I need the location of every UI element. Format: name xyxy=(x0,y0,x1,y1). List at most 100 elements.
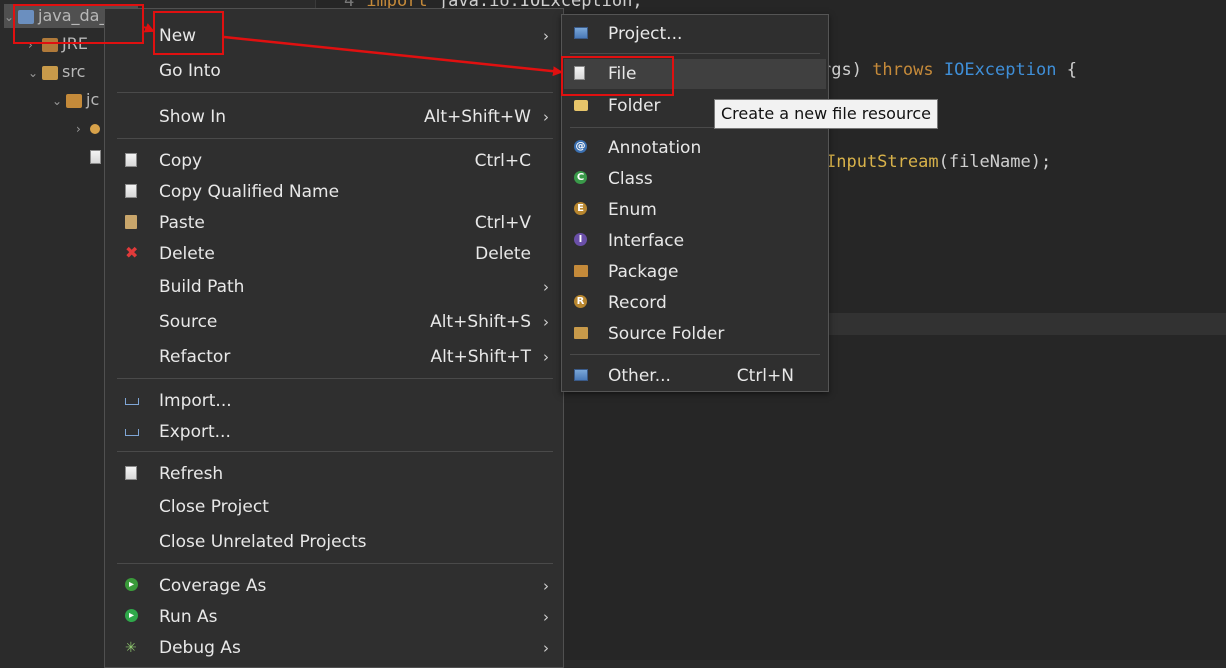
tree-item-src[interactable]: ⌄ src xyxy=(28,60,85,84)
refresh-icon xyxy=(125,466,137,480)
annotation-icon: @ xyxy=(574,140,587,153)
menu-separator xyxy=(117,92,553,93)
context-menu: New › Go Into Show In Alt+Shift+W › Copy… xyxy=(104,8,564,668)
text-file-icon xyxy=(90,149,101,164)
menu-item-paste-label: Paste xyxy=(159,213,205,233)
menu-separator xyxy=(117,378,553,379)
copy-icon xyxy=(125,153,137,167)
menu-item-refresh[interactable]: Refresh xyxy=(105,459,563,489)
menu-item-copy-qualified-name[interactable]: Copy Qualified Name xyxy=(105,177,563,207)
submenu-item-record-label: Record xyxy=(608,293,667,313)
tooltip: Create a new file resource xyxy=(714,99,938,129)
submenu-item-class-label: Class xyxy=(608,169,653,189)
annotation-box-file xyxy=(561,56,674,96)
menu-item-run-as[interactable]: ▸ Run As › xyxy=(105,602,563,632)
menu-item-close-project-label: Close Project xyxy=(159,497,269,517)
type-ioexception: IOException xyxy=(943,60,1057,80)
chevron-right-icon: › xyxy=(543,278,549,296)
menu-item-delete[interactable]: ✖ Delete Delete xyxy=(105,239,563,269)
menu-item-show-in-label: Show In xyxy=(159,107,227,127)
menu-item-show-in[interactable]: Show In Alt+Shift+W › xyxy=(105,102,563,132)
enum-icon: E xyxy=(574,202,587,215)
package-icon xyxy=(66,93,82,108)
chevron-down-icon[interactable]: ⌄ xyxy=(52,89,66,113)
record-icon: R xyxy=(574,295,587,308)
menu-item-refactor-label: Refactor xyxy=(159,347,231,367)
code-line-stream: InputStream(fileName); xyxy=(826,152,1051,172)
submenu-item-other[interactable]: Other... Ctrl+N xyxy=(564,361,826,391)
submenu-item-enum[interactable]: E Enum xyxy=(564,195,826,225)
menu-separator xyxy=(117,563,553,564)
menu-item-source[interactable]: Source Alt+Shift+S › xyxy=(105,307,563,337)
chevron-down-icon[interactable]: ⌄ xyxy=(28,61,42,85)
shortcut-delete: Delete xyxy=(475,244,531,264)
new-folder-icon xyxy=(574,100,588,111)
menu-item-close-unrelated[interactable]: Close Unrelated Projects xyxy=(105,527,563,557)
interface-icon: I xyxy=(574,233,587,246)
menu-item-run-as-label: Run As xyxy=(159,607,218,627)
menu-item-build-path-label: Build Path xyxy=(159,277,245,297)
shortcut-copy: Ctrl+C xyxy=(474,151,531,171)
chevron-right-icon: › xyxy=(543,348,549,366)
submenu-item-interface[interactable]: I Interface xyxy=(564,226,826,256)
source-folder-icon xyxy=(574,327,588,339)
chevron-right-icon: › xyxy=(543,639,549,657)
menu-item-import[interactable]: Import... xyxy=(105,386,563,416)
coverage-icon: ▸ xyxy=(125,578,138,591)
shortcut-paste: Ctrl+V xyxy=(474,213,531,233)
menu-separator xyxy=(117,138,553,139)
menu-separator xyxy=(117,451,553,452)
submenu-item-record[interactable]: R Record xyxy=(564,288,826,318)
submenu-item-package[interactable]: Package xyxy=(564,257,826,287)
menu-item-source-label: Source xyxy=(159,312,218,332)
menu-separator xyxy=(570,354,820,355)
paste-icon xyxy=(125,215,137,229)
annotation-box-project xyxy=(13,4,144,44)
menu-item-coverage-as[interactable]: ▸ Coverage As › xyxy=(105,571,563,601)
keyword-throws: throws xyxy=(872,60,934,80)
submenu-item-source-folder[interactable]: Source Folder xyxy=(564,319,826,349)
type-inputstream: InputStream xyxy=(826,152,939,172)
menu-item-close-unrelated-label: Close Unrelated Projects xyxy=(159,532,367,552)
chevron-right-icon: › xyxy=(543,108,549,126)
stream-args: (fileName); xyxy=(938,152,1052,172)
new-project-icon xyxy=(574,27,588,39)
shortcut-show-in: Alt+Shift+W xyxy=(424,107,531,127)
tree-item-src-label: src xyxy=(62,62,86,81)
menu-item-paste[interactable]: Paste Ctrl+V xyxy=(105,208,563,238)
class-file-icon xyxy=(90,123,100,134)
run-icon: ▸ xyxy=(125,609,138,622)
submenu-item-package-label: Package xyxy=(608,262,679,282)
submenu-item-project[interactable]: Project... xyxy=(564,19,826,49)
import-icon xyxy=(125,398,139,405)
chevron-right-icon: › xyxy=(543,608,549,626)
submenu-item-interface-label: Interface xyxy=(608,231,685,251)
menu-item-export[interactable]: Export... xyxy=(105,417,563,447)
submenu-item-annotation[interactable]: @ Annotation xyxy=(564,133,826,163)
menu-item-go-into-label: Go Into xyxy=(159,61,221,81)
submenu-item-class[interactable]: C Class xyxy=(564,164,826,194)
package-icon xyxy=(574,265,588,277)
menu-item-refactor[interactable]: Refactor Alt+Shift+T › xyxy=(105,342,563,372)
chevron-right-icon: › xyxy=(543,27,549,45)
menu-item-close-project[interactable]: Close Project xyxy=(105,492,563,522)
submenu-item-other-label: Other... xyxy=(608,366,671,386)
menu-item-debug-as[interactable]: ✳ Debug As › xyxy=(105,633,563,663)
menu-item-build-path[interactable]: Build Path › xyxy=(105,272,563,302)
menu-item-copy-qualified-label: Copy Qualified Name xyxy=(159,182,340,202)
chevron-right-icon[interactable]: › xyxy=(76,117,90,141)
submenu-item-annotation-label: Annotation xyxy=(608,138,702,158)
menu-item-refresh-label: Refresh xyxy=(159,464,224,484)
tree-item-package-label: jc xyxy=(86,90,100,109)
tree-item-package[interactable]: ⌄ jc xyxy=(52,88,99,112)
chevron-right-icon: › xyxy=(543,313,549,331)
menu-item-delete-label: Delete xyxy=(159,244,215,264)
debug-bug-icon: ✳ xyxy=(125,640,137,656)
new-wizard-icon xyxy=(574,369,588,381)
menu-item-debug-as-label: Debug As xyxy=(159,638,241,658)
menu-item-import-label: Import... xyxy=(159,391,232,411)
menu-item-go-into[interactable]: Go Into xyxy=(105,56,563,86)
menu-item-copy-label: Copy xyxy=(159,151,203,171)
menu-item-copy[interactable]: Copy Ctrl+C xyxy=(105,146,563,176)
menu-item-coverage-as-label: Coverage As xyxy=(159,576,267,596)
